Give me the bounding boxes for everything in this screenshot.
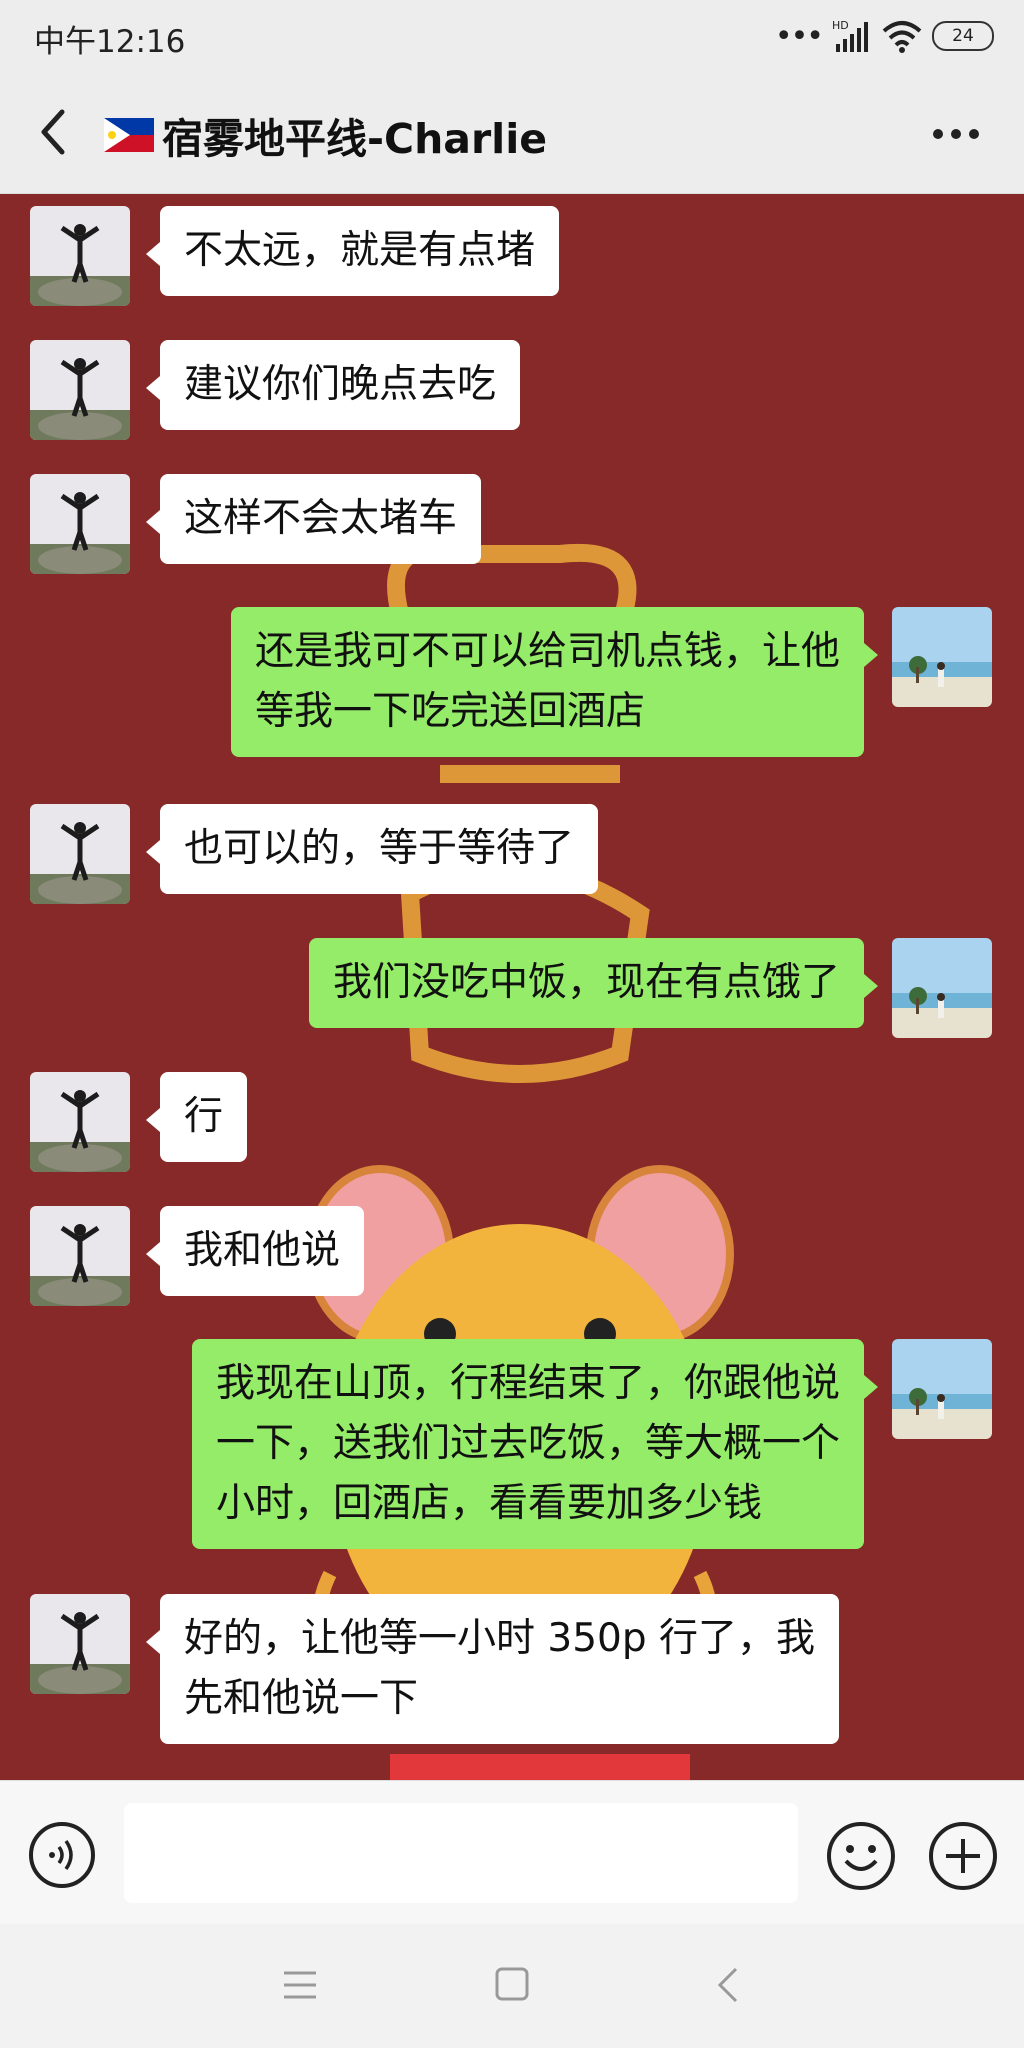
received-bubble[interactable]: 也可以的，等于等待了 <box>145 804 599 894</box>
signal-icon: HD <box>832 19 868 52</box>
message-text-line: 行 <box>184 1094 224 1139</box>
message-text-line: 我们没吃中饭，现在有点饿了 <box>332 960 840 1005</box>
contact-avatar[interactable] <box>30 1206 130 1306</box>
philippines-flag-icon <box>104 118 154 152</box>
input-bar <box>0 1780 1024 1924</box>
message-text-line: 这样不会太堵车 <box>184 496 458 541</box>
my-avatar[interactable] <box>892 607 992 707</box>
contact-avatar[interactable] <box>30 206 130 306</box>
sent-bubble[interactable]: 我现在山顶，行程结束了，你跟他说 一下，送我们过去吃饭，等大概一个 小时，回酒店，看… <box>191 1339 879 1549</box>
battery-icon: 24 <box>932 21 994 51</box>
nav-back-icon[interactable] <box>716 1966 740 2004</box>
message-text-line: 好的，让他等一小时 350p 行了，我 <box>184 1616 815 1661</box>
message-text-line: 先和他说一下 <box>184 1676 419 1721</box>
my-avatar[interactable] <box>892 1339 992 1439</box>
chat-header: 宿雾地平线-Charlie <box>0 72 1024 194</box>
message-input[interactable] <box>124 1803 798 1903</box>
status-bar: 中午12:16 ••• HD 24 <box>0 0 1024 72</box>
message-text-line: 也可以的，等于等待了 <box>184 826 575 871</box>
status-time: 中午12:16 <box>34 24 186 60</box>
sent-bubble[interactable]: 还是我可不可以给司机点钱，让他 等我一下吃完送回酒店 <box>230 607 879 757</box>
message-text-line: 建议你们晚点去吃 <box>184 362 497 407</box>
received-bubble[interactable]: 好的，让他等一小时 350p 行了，我 先和他说一下 <box>146 1594 839 1744</box>
message-text-line: 还是我可不可以给司机点钱，让他 <box>254 629 840 674</box>
contact-avatar[interactable] <box>30 340 130 440</box>
message-text-line: 等我一下吃完送回酒店 <box>254 689 645 734</box>
received-bubble[interactable]: 我和他说 <box>145 1206 365 1296</box>
back-arrow-icon[interactable] <box>30 102 80 162</box>
chat-area[interactable]: 不太远，就是有点堵 建议你们晚点去吃 这样不会太堵车还是我可不可以给司机点钱，让他等… <box>0 194 1024 1780</box>
system-nav-bar <box>0 1924 1024 2048</box>
received-bubble[interactable]: 建议你们晚点去吃 <box>145 340 521 430</box>
received-bubble[interactable]: 不太远，就是有点堵 <box>145 206 560 296</box>
message-text-line: 我现在山顶，行程结束了，你跟他说 <box>215 1361 840 1406</box>
message-text-line: 一下，送我们过去吃饭，等大概一个 <box>215 1421 840 1466</box>
add-more-icon[interactable] <box>928 1821 998 1891</box>
message-text-line: 小时，回酒店，看看要加多少钱 <box>215 1481 762 1526</box>
contact-avatar[interactable] <box>30 804 130 904</box>
emoji-icon[interactable] <box>826 1821 896 1891</box>
wifi-icon <box>882 21 922 53</box>
received-bubble[interactable]: 这样不会太堵车 <box>145 474 482 564</box>
more-options-icon[interactable] <box>932 128 980 140</box>
contact-avatar[interactable] <box>30 1072 130 1172</box>
chat-title-text: 宿雾地平线-Charlie <box>162 115 548 163</box>
contact-avatar[interactable] <box>30 474 130 574</box>
message-text-line: 不太远，就是有点堵 <box>184 228 536 273</box>
received-bubble[interactable]: 行 <box>145 1072 248 1162</box>
notification-dots-icon: ••• <box>774 18 824 54</box>
voice-input-icon[interactable] <box>28 1821 96 1889</box>
status-icons: ••• HD 24 <box>775 14 994 58</box>
sent-bubble[interactable]: 我们没吃中饭，现在有点饿了 <box>308 938 879 1028</box>
message-text-line: 我和他说 <box>184 1228 341 1273</box>
hd-label: HD <box>832 19 849 32</box>
contact-avatar[interactable] <box>30 1594 130 1694</box>
recent-apps-icon[interactable] <box>282 1968 318 2002</box>
chat-title: 宿雾地平线-Charlie <box>104 105 547 165</box>
my-avatar[interactable] <box>892 938 992 1038</box>
home-icon[interactable] <box>494 1966 530 2002</box>
